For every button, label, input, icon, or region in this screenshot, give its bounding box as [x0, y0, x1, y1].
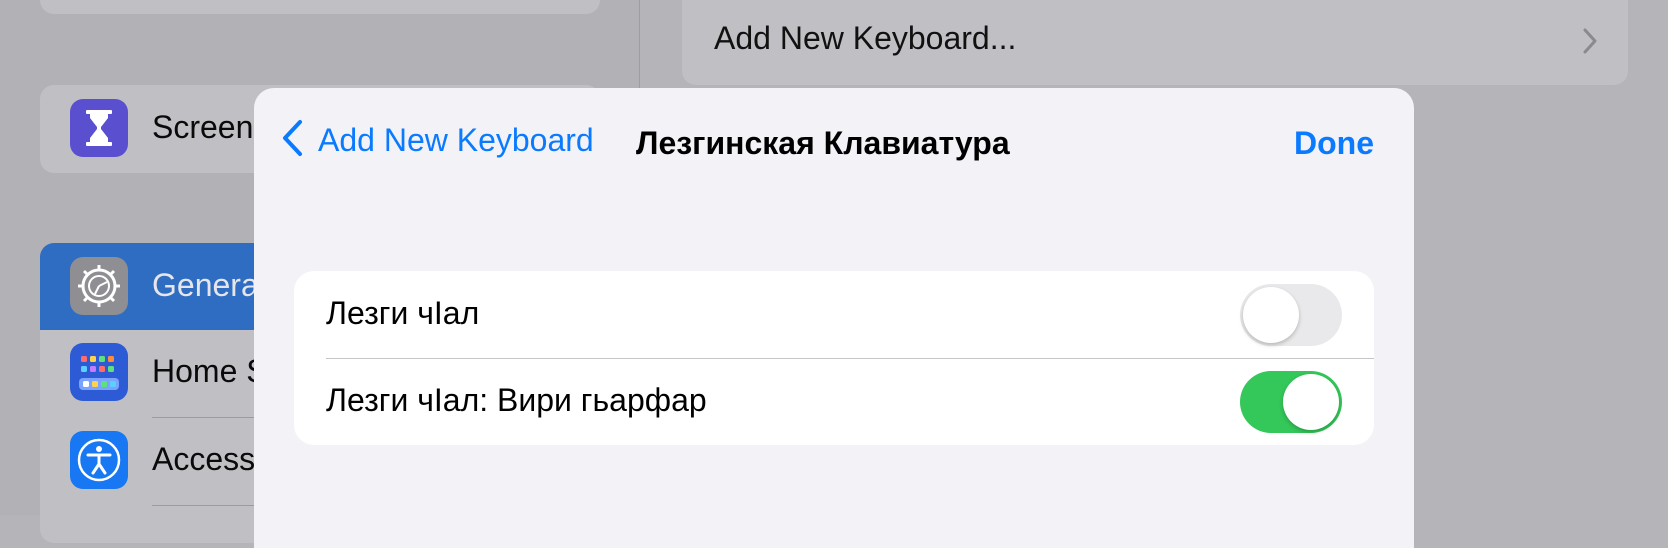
chevron-right-icon	[1582, 27, 1598, 60]
add-new-keyboard-row[interactable]: Add New Keyboard...	[682, 0, 1628, 85]
done-button[interactable]: Done	[1294, 125, 1374, 162]
back-button-label: Add New Keyboard	[318, 122, 594, 158]
back-button[interactable]: Add New Keyboard	[280, 118, 594, 163]
sidebar-group-top	[40, 0, 600, 14]
keyboard-layout-list: Лезги чIал Лезги чIал: Вири гьарфар	[294, 271, 1374, 445]
chevron-left-icon	[280, 118, 304, 163]
home-screen-grid-icon	[70, 343, 128, 401]
hourglass-icon	[70, 99, 128, 157]
sidebar-item-general[interactable]: General	[152, 267, 266, 304]
layout-toggle-lezgi[interactable]	[1240, 284, 1342, 346]
add-new-keyboard-label: Add New Keyboard...	[714, 20, 1017, 56]
list-item: Лезги чIал: Вири гьарфар	[294, 358, 1374, 445]
toggle-knob	[1283, 374, 1339, 430]
layout-option-label: Лезги чIал	[326, 295, 480, 331]
list-item: Лезги чIал	[294, 271, 1374, 359]
sheet-title: Лезгинская Клавиатура	[636, 125, 1010, 161]
gear-icon	[70, 257, 128, 315]
toggle-knob	[1243, 287, 1299, 343]
keyboard-options-sheet: Add New Keyboard Лезгинская Клавиатура D…	[254, 88, 1414, 548]
layout-option-label: Лезги чIал: Вири гьарфар	[326, 382, 707, 418]
accessibility-icon	[70, 431, 128, 489]
layout-toggle-lezgi-all-letters[interactable]	[1240, 371, 1342, 433]
